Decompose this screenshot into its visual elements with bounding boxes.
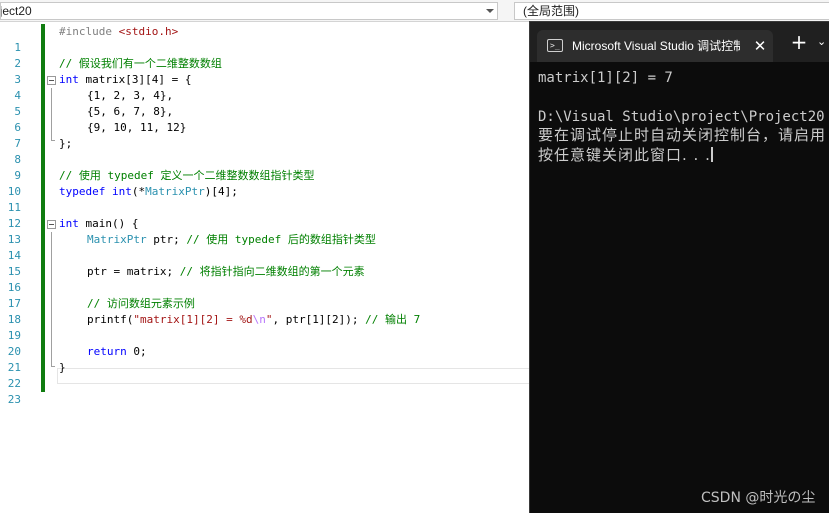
preprocessor-directive: #include xyxy=(59,25,119,38)
code-line: 5 {1, 2, 3, 4}, xyxy=(0,88,530,118)
console-tab[interactable]: >_ Microsoft Visual Studio 调试控制台 ✕ xyxy=(537,30,773,62)
code-text: )[4]; xyxy=(204,185,238,198)
chevron-down-icon[interactable] xyxy=(486,9,494,13)
keyword: int xyxy=(59,217,79,230)
console-output-line: matrix[1][2] = 7 xyxy=(538,70,673,86)
code-line: 7 {9, 10, 11, 12} xyxy=(0,120,530,150)
code-line: 3 // 假设我们有一个二维整数数组 xyxy=(0,56,530,86)
string-literal: "matrix[1][2] = %d xyxy=(133,313,253,326)
console-output-line: D:\Visual Studio\project\Project20 xyxy=(538,109,825,125)
collapse-toggle-icon[interactable] xyxy=(47,76,56,85)
code-line: 17 xyxy=(0,280,530,310)
navigation-bar: oject20 (全局范围) xyxy=(0,0,829,22)
new-tab-icon[interactable]: + xyxy=(789,32,809,52)
code-line: 6 {5, 6, 7, 8}, xyxy=(0,104,530,134)
debug-console-window[interactable]: >_ Microsoft Visual Studio 调试控制台 ✕ + ⌄ m… xyxy=(529,21,829,513)
close-icon[interactable]: ✕ xyxy=(750,36,770,56)
code-text: {5, 6, 7, 8}, xyxy=(87,105,174,118)
code-line: 1 #include <stdio.h> xyxy=(0,24,530,54)
code-text: }; xyxy=(59,137,73,150)
code-line: 4 int matrix[3][4] = { xyxy=(0,72,530,102)
console-prompt-line: 按任意键关闭此窗口. . . xyxy=(538,147,713,164)
code-text: } xyxy=(59,361,66,374)
code-line: 8 }; xyxy=(0,136,530,166)
code-text: {9, 10, 11, 12} xyxy=(87,121,187,134)
code-comment: // 将指针指向二维数组的第一个元素 xyxy=(179,265,365,278)
code-line: 20 xyxy=(0,328,530,358)
code-comment: // 假设我们有一个二维整数数组 xyxy=(59,57,222,70)
code-line: 12 xyxy=(0,200,530,230)
scope-dropdown[interactable]: (全局范围) xyxy=(514,2,829,20)
keyword: typedef xyxy=(59,185,106,198)
code-text: {1, 2, 3, 4}, xyxy=(87,89,174,102)
project-dropdown[interactable]: oject20 xyxy=(0,2,498,20)
type-name: MatrixPtr xyxy=(87,233,147,246)
line-number: 23 xyxy=(7,393,21,406)
code-text: main() { xyxy=(78,217,139,230)
scope-dropdown-label: (全局范围) xyxy=(523,4,579,18)
keyword: int xyxy=(59,73,79,86)
terminal-icon: >_ xyxy=(547,39,563,52)
keyword: return xyxy=(87,345,127,358)
code-line: 9 xyxy=(0,152,530,182)
code-comment: // 使用 typedef 定义一个二维整数数组指针类型 xyxy=(59,169,315,182)
code-editor[interactable]: 1 #include <stdio.h> 2 3 // 假设我们有一个二维整数数… xyxy=(0,22,530,513)
keyword: int xyxy=(111,185,132,198)
code-text: , ptr[1][2]); xyxy=(272,313,366,326)
code-line: 22 } xyxy=(0,360,530,390)
console-output-line: 按任意键关闭此窗口. . . xyxy=(538,146,711,164)
code-line: 11 typedef int(*MatrixPtr)[4]; xyxy=(0,184,530,214)
code-text: 0; xyxy=(126,345,147,358)
code-text: ptr; xyxy=(146,233,187,246)
code-comment: // 使用 typedef 后的数组指针类型 xyxy=(186,233,376,246)
console-output-line: 要在调试停止时自动关闭控制台，请启用 xyxy=(538,126,827,144)
escape-sequence: \n xyxy=(252,313,266,326)
code-line: 2 xyxy=(0,40,530,70)
code-line: 19 printf("matrix[1][2] = %d\n", ptr[1][… xyxy=(0,312,530,342)
code-comment: // 访问数组元素示例 xyxy=(87,297,195,310)
code-line: 18 // 访问数组元素示例 xyxy=(0,296,530,326)
code-line: 15 xyxy=(0,248,530,278)
watermark: CSDN @时光の尘 xyxy=(701,490,816,506)
type-name: MatrixPtr xyxy=(145,185,205,198)
code-line: 21 return 0; xyxy=(0,344,530,374)
code-line: 13 int main() { xyxy=(0,216,530,246)
console-tab-title: Microsoft Visual Studio 调试控制台 xyxy=(572,39,740,53)
code-text: matrix[3][4] = { xyxy=(78,73,192,86)
collapse-toggle-icon[interactable] xyxy=(47,220,56,229)
console-tab-bar: >_ Microsoft Visual Studio 调试控制台 ✕ + ⌄ xyxy=(530,22,829,62)
code-line: 23 xyxy=(0,376,530,406)
code-comment: // 输出 7 xyxy=(365,313,421,326)
code-line: 14 MatrixPtr ptr; // 使用 typedef 后的数组指针类型 xyxy=(0,232,530,262)
chevron-down-icon[interactable]: ⌄ xyxy=(817,34,829,50)
code-text: ptr = matrix; xyxy=(87,265,180,278)
include-header: <stdio.h> xyxy=(118,25,179,38)
code-line: 16 ptr = matrix; // 将指针指向二维数组的第一个元素 xyxy=(0,264,530,294)
text-cursor xyxy=(710,147,713,162)
code-text: (* xyxy=(131,185,146,198)
function-call: printf( xyxy=(87,313,134,326)
code-line: 10 // 使用 typedef 定义一个二维整数数组指针类型 xyxy=(0,168,530,198)
project-dropdown-label: oject20 xyxy=(0,4,32,18)
